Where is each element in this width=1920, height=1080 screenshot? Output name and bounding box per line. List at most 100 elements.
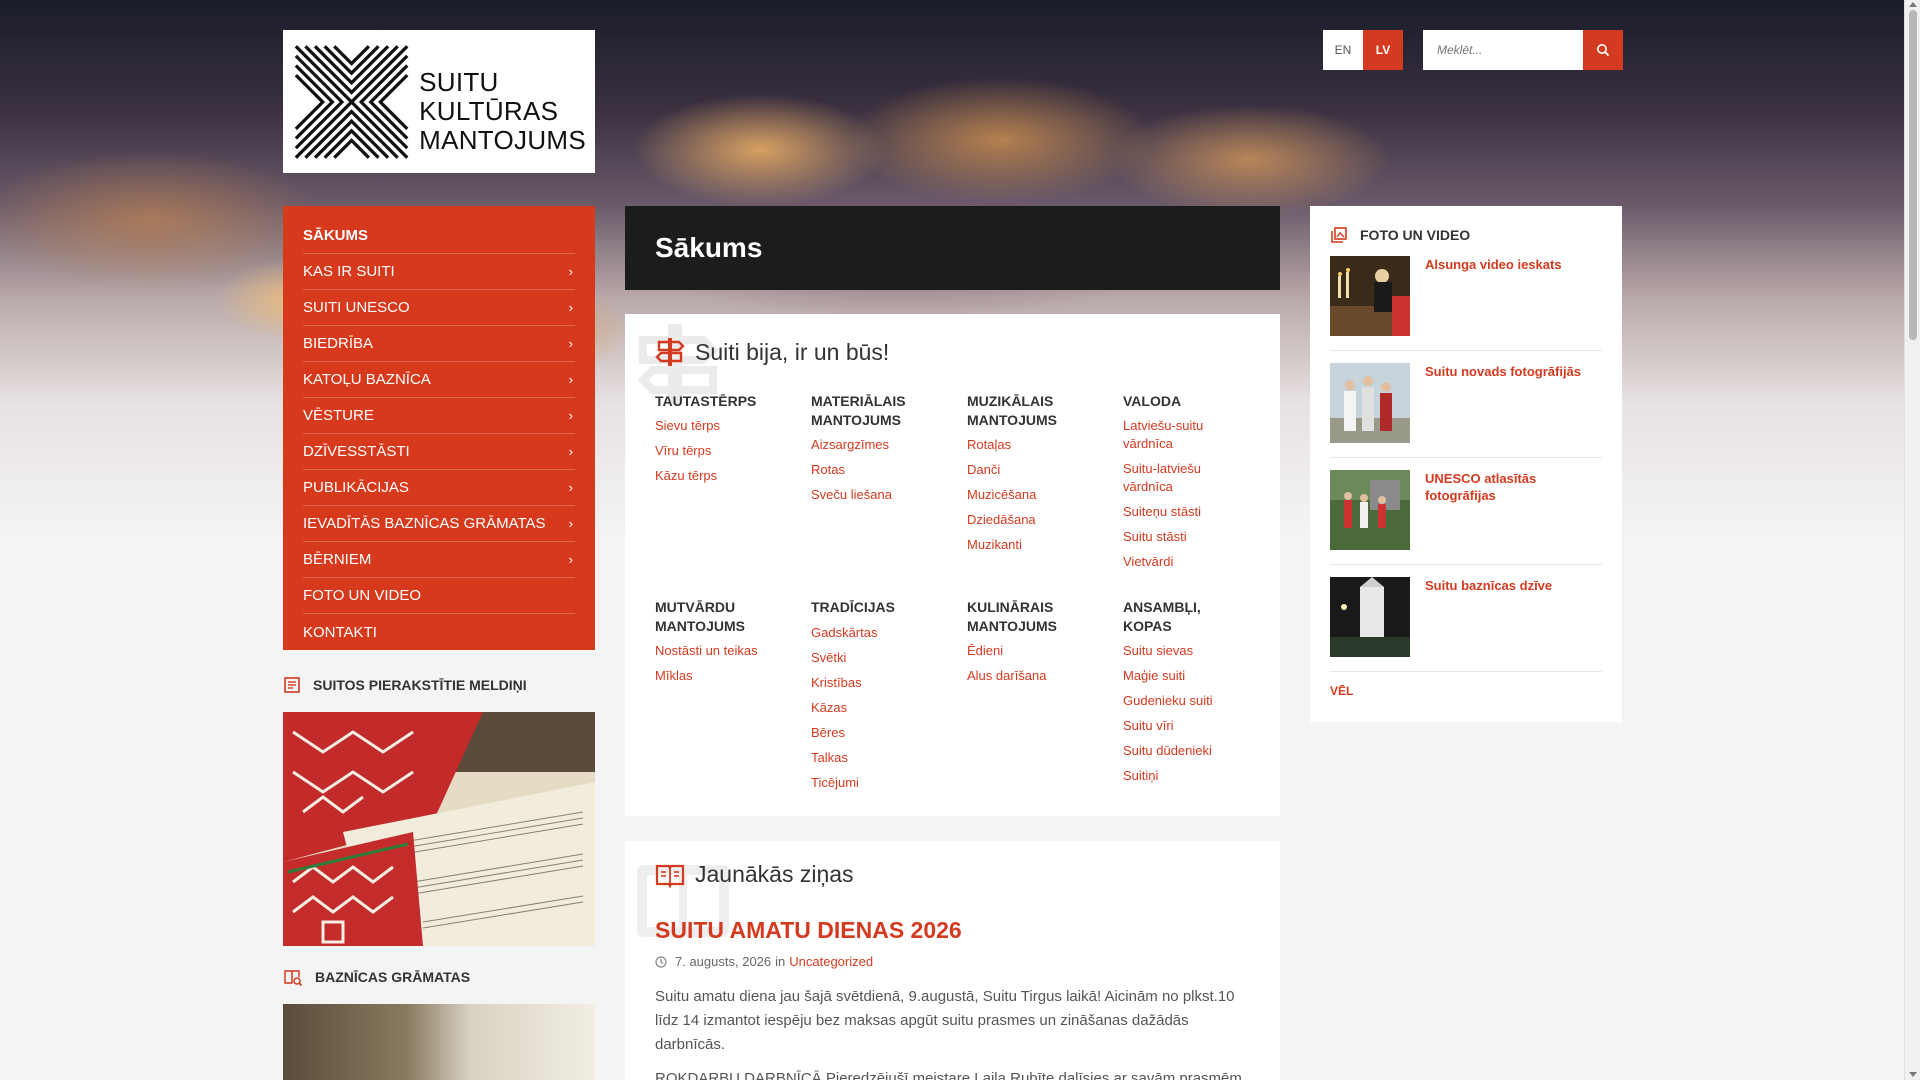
category-link[interactable]: Suitiņi xyxy=(1123,767,1233,785)
scrollbar[interactable] xyxy=(1904,0,1920,1080)
category-link[interactable]: Vīru tērps xyxy=(655,442,795,460)
category-link[interactable]: Suitu dūdenieki xyxy=(1123,742,1233,760)
search-input[interactable] xyxy=(1423,30,1583,70)
search-button[interactable] xyxy=(1583,30,1623,70)
category-link[interactable]: Suitu-latviešu vārdnīca xyxy=(1123,460,1223,496)
category-link[interactable]: Suitu vīri xyxy=(1123,717,1233,735)
photo-video-widget: FOTO UN VIDEO Alsunga video ieskats Suit xyxy=(1310,206,1622,722)
photo-video-title: FOTO UN VIDEO xyxy=(1330,226,1602,244)
category-link[interactable]: Kāzas xyxy=(811,699,951,717)
category-link[interactable]: Suiteņu stāsti xyxy=(1123,503,1223,521)
category-title: VALODA xyxy=(1123,393,1182,409)
chevron-right-icon: › xyxy=(568,408,573,423)
nav-item-sakums[interactable]: SĀKUMS xyxy=(303,218,575,254)
gallery-item[interactable]: UNESCO atlasītās fotogrāfijas xyxy=(1330,470,1602,565)
category-link[interactable]: Gudenieku suiti xyxy=(1123,692,1233,710)
chevron-right-icon: › xyxy=(568,480,573,495)
nav-item-foto-un-video[interactable]: FOTO UN VIDEO xyxy=(303,578,575,614)
latest-news-panel: Jaunākās ziņas SUITU AMATU DIENAS 2026 7… xyxy=(625,841,1280,1080)
scroll-up-arrow-icon[interactable] xyxy=(1909,2,1917,7)
chevron-right-icon: › xyxy=(568,264,573,279)
category-title: TRADĪCIJAS xyxy=(811,599,896,615)
category-column: ANSAMBĻI, KOPAS Suitu sievas Maģie suiti… xyxy=(1123,598,1233,792)
photo-video-title-text: FOTO UN VIDEO xyxy=(1360,227,1471,243)
nav-item-kontakti[interactable]: KONTAKTI xyxy=(303,614,575,650)
category-link[interactable]: Ticējumi xyxy=(811,774,951,792)
gallery-item-title[interactable]: Suitu novads fotogrāfijās xyxy=(1425,363,1585,445)
category-link[interactable]: Kristības xyxy=(811,674,951,692)
news-article-title[interactable]: SUITU AMATU DIENAS 2026 xyxy=(655,917,962,944)
news-article-meta: 7. augusts, 2026 in Uncategorized xyxy=(655,954,873,969)
category-link[interactable]: Alus darīšana xyxy=(967,667,1107,685)
suiti-x-logo-icon xyxy=(294,44,409,159)
category-link[interactable]: Sveču liešana xyxy=(811,486,951,504)
category-link[interactable]: Gadskārtas xyxy=(811,624,951,642)
category-link[interactable]: Sievu tērps xyxy=(655,417,795,435)
gallery-item-title[interactable]: Alsunga video ieskats xyxy=(1425,256,1585,338)
chevron-right-icon: › xyxy=(568,300,573,315)
gallery-item[interactable]: Suitu baznīcas dzīve xyxy=(1330,577,1602,672)
nav-item-label: BIEDRĪBA xyxy=(303,335,374,352)
news-in-label: in xyxy=(775,954,786,969)
more-link[interactable]: VĒL xyxy=(1330,684,1602,698)
melodies-image[interactable] xyxy=(283,712,595,946)
category-link[interactable]: Rotaļas xyxy=(967,436,1107,454)
category-title: ANSAMBĻI, KOPAS xyxy=(1123,599,1201,634)
category-link[interactable]: Dziedāšana xyxy=(967,511,1107,529)
nav-item-publikacijas[interactable]: PUBLIKĀCIJAS › xyxy=(303,470,575,506)
category-link[interactable]: Bēres xyxy=(811,724,951,742)
scroll-down-arrow-icon[interactable] xyxy=(1909,1072,1917,1077)
category-column: KULINĀRAIS MANTOJUMS Ēdieni Alus darīšan… xyxy=(967,598,1107,692)
category-link[interactable]: Suitu sievas xyxy=(1123,642,1233,660)
nav-item-kas-ir-suiti[interactable]: KAS IR SUITI › xyxy=(303,254,575,290)
nav-item-label: SĀKUMS xyxy=(303,227,369,244)
nav-item-dzivesstasti[interactable]: DZĪVESSTĀSTI › xyxy=(303,434,575,470)
category-link[interactable]: Maģie suiti xyxy=(1123,667,1233,685)
page-title: Sākums xyxy=(625,206,1280,290)
chevron-right-icon: › xyxy=(568,516,573,531)
nav-item-berniem[interactable]: BĒRNIEM › xyxy=(303,542,575,578)
church-books-image[interactable] xyxy=(283,1004,595,1080)
category-link[interactable]: Ēdieni xyxy=(967,642,1107,660)
nav-item-label: KATOĻU BAZNĪCA xyxy=(303,371,431,388)
logo-text: SUITU KULTŪRAS MANTOJUMS xyxy=(419,68,586,155)
news-article-excerpt-continued: ROKDARBU DARBNĪCĀ Pieredzējušī meistare … xyxy=(655,1070,1242,1080)
nav-item-label: IEVADĪTĀS BAZNĪCAS GRĀMATAS xyxy=(303,515,546,532)
nav-item-baznicas-gramatas[interactable]: IEVADĪTĀS BAZNĪCAS GRĀMATAS › xyxy=(303,506,575,542)
nav-item-label: KONTAKTI xyxy=(303,623,377,641)
category-link[interactable]: Muzikanti xyxy=(967,536,1107,554)
gallery-item[interactable]: Alsunga video ieskats xyxy=(1330,256,1602,351)
lang-lv-button[interactable]: LV xyxy=(1363,30,1403,70)
nav-item-vesture[interactable]: VĒSTURE › xyxy=(303,398,575,434)
category-title: KULINĀRAIS MANTOJUMS xyxy=(967,599,1057,634)
news-heading: Jaunākās ziņas xyxy=(655,861,854,888)
category-link[interactable]: Danči xyxy=(967,461,1107,479)
nav-item-katolu-baznica[interactable]: KATOĻU BAZNĪCA › xyxy=(303,362,575,398)
clock-icon xyxy=(655,955,667,968)
lang-en-button[interactable]: EN xyxy=(1323,30,1363,70)
news-article-excerpt: Suitu amatu diena jau šajā svētdienā, 9.… xyxy=(655,988,1235,1053)
site-logo[interactable]: SUITU KULTŪRAS MANTOJUMS xyxy=(283,30,595,173)
gallery-item-title[interactable]: UNESCO atlasītās fotogrāfijas xyxy=(1425,470,1585,552)
category-link[interactable]: Nostāsti un teikas xyxy=(655,642,795,660)
category-link[interactable]: Vietvārdi xyxy=(1123,553,1223,571)
category-link[interactable]: Latviešu-suitu vārdnīca xyxy=(1123,417,1223,453)
category-link[interactable]: Kāzu tērps xyxy=(655,467,795,485)
category-link[interactable]: Rotas xyxy=(811,461,951,479)
category-link[interactable]: Muzicēšana xyxy=(967,486,1107,504)
gallery-thumbnail xyxy=(1330,577,1410,657)
open-book-icon xyxy=(655,864,685,888)
gallery-item-title[interactable]: Suitu baznīcas dzīve xyxy=(1425,577,1585,659)
category-link[interactable]: Mīklas xyxy=(655,667,795,685)
nav-item-suiti-unesco[interactable]: SUITI UNESCO › xyxy=(303,290,575,326)
category-column: TAUTASTĒRPS Sievu tērps Vīru tērps Kāzu … xyxy=(655,392,795,492)
chevron-right-icon: › xyxy=(568,552,573,567)
category-link[interactable]: Talkas xyxy=(811,749,951,767)
scrollbar-thumb[interactable] xyxy=(1909,10,1917,340)
category-link[interactable]: Svētki xyxy=(811,649,951,667)
category-link[interactable]: Suitu stāsti xyxy=(1123,528,1223,546)
gallery-item[interactable]: Suitu novads fotogrāfijās xyxy=(1330,363,1602,458)
news-category-link[interactable]: Uncategorized xyxy=(789,954,873,969)
nav-item-biedriba[interactable]: BIEDRĪBA › xyxy=(303,326,575,362)
category-link[interactable]: Aizsargzīmes xyxy=(811,436,951,454)
